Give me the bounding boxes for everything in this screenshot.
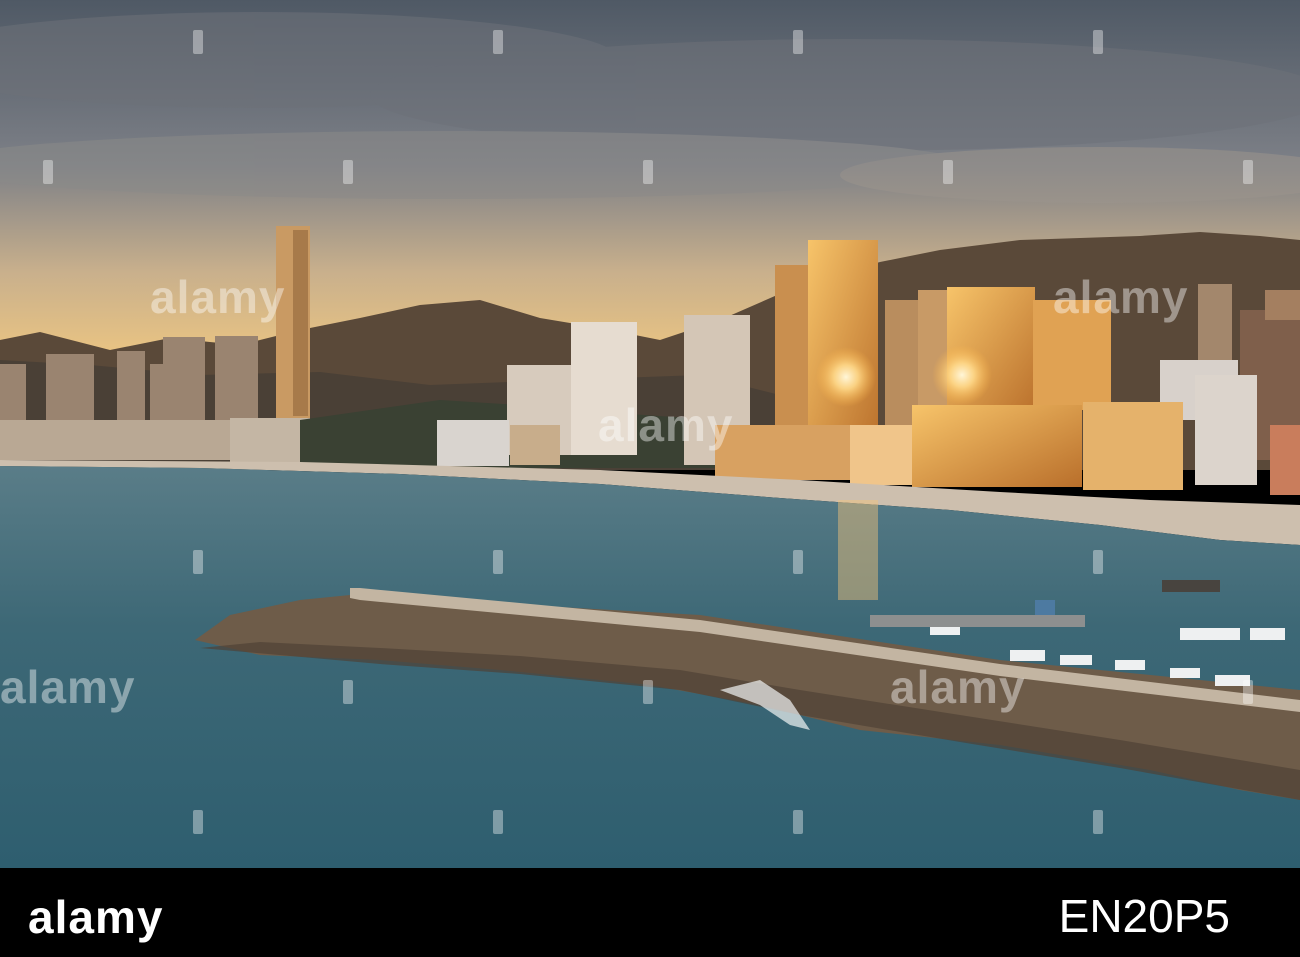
watermark-tile xyxy=(1243,680,1253,704)
stock-photo: alamy alamy alamy alamy alamy alamy EN20… xyxy=(0,0,1300,957)
watermark-tile xyxy=(1093,30,1103,54)
benidorm-coast-sunset-photo xyxy=(0,0,1300,868)
watermark-tile xyxy=(193,30,203,54)
watermark-tile xyxy=(1243,160,1253,184)
watermark-tile xyxy=(193,550,203,574)
watermark-tile xyxy=(943,160,953,184)
watermark-tile xyxy=(343,680,353,704)
watermark-tile xyxy=(1093,550,1103,574)
sun-reflection xyxy=(816,347,876,407)
watermark-tile xyxy=(793,30,803,54)
watermark-tile xyxy=(643,680,653,704)
watermark-tile xyxy=(793,550,803,574)
image-id: EN20P5 xyxy=(1058,890,1230,942)
watermark-tile xyxy=(343,160,353,184)
watermark-tile xyxy=(493,550,503,574)
alamy-logo: alamy xyxy=(28,891,164,943)
watermark-tile xyxy=(793,810,803,834)
watermark-tile xyxy=(43,160,53,184)
footer-bar: alamy EN20P5 xyxy=(0,868,1300,957)
watermark-tile xyxy=(493,810,503,834)
watermark-tile xyxy=(193,810,203,834)
watermark-tile xyxy=(1093,810,1103,834)
sunlight-on-water xyxy=(838,500,878,600)
watermark-tile xyxy=(643,160,653,184)
watermark-tile xyxy=(493,30,503,54)
